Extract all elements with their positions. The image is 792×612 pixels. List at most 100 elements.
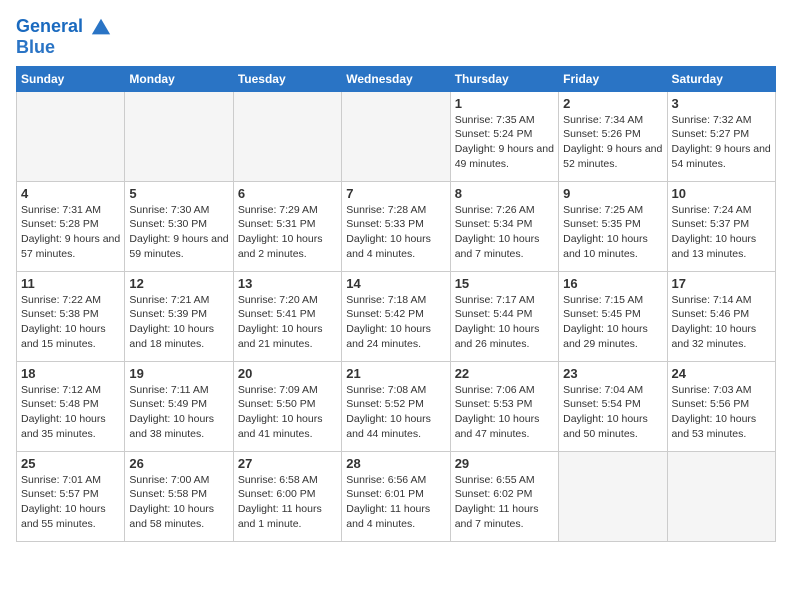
weekday-header-tuesday: Tuesday (233, 66, 341, 91)
calendar-cell: 25 Sunrise: 7:01 AMSunset: 5:57 PMDayligh… (17, 451, 125, 541)
calendar-cell: 10 Sunrise: 7:24 AMSunset: 5:37 PMDayligh… (667, 181, 775, 271)
day-number: 19 (129, 366, 228, 381)
weekday-header-sunday: Sunday (17, 66, 125, 91)
calendar-cell: 23Sunrise: 7:04 AMSunset: 5:54 PMDayligh… (559, 361, 667, 451)
calendar-cell: 21 Sunrise: 7:08 AMSunset: 5:52 PMDayligh… (342, 361, 450, 451)
calendar-cell (233, 91, 341, 181)
calendar-cell: 1 Sunrise: 7:35 AMSunset: 5:24 PMDaylight… (450, 91, 558, 181)
calendar-cell: 22 Sunrise: 7:06 AMSunset: 5:53 PMDayligh… (450, 361, 558, 451)
calendar-cell: 27 Sunrise: 6:58 AMSunset: 6:00 PMDayligh… (233, 451, 341, 541)
day-number: 14 (346, 276, 445, 291)
day-number: 15 (455, 276, 554, 291)
calendar-cell: 16 Sunrise: 7:15 AMSunset: 5:45 PMDayligh… (559, 271, 667, 361)
day-info: Sunrise: 7:29 AMSunset: 5:31 PMDaylight:… (238, 203, 337, 262)
calendar-cell: 29 Sunrise: 6:55 AMSunset: 6:02 PMDayligh… (450, 451, 558, 541)
day-number: 17 (672, 276, 771, 291)
weekday-header-thursday: Thursday (450, 66, 558, 91)
day-number: 24 (672, 366, 771, 381)
calendar-cell (559, 451, 667, 541)
day-info: Sunrise: 6:56 AMSunset: 6:01 PMDaylight:… (346, 473, 445, 532)
weekday-header-wednesday: Wednesday (342, 66, 450, 91)
week-row-1: 1 Sunrise: 7:35 AMSunset: 5:24 PMDaylight… (17, 91, 776, 181)
logo: General Blue (16, 16, 112, 58)
day-number: 6 (238, 186, 337, 201)
calendar-cell: 14 Sunrise: 7:18 AMSunset: 5:42 PMDayligh… (342, 271, 450, 361)
day-number: 2 (563, 96, 662, 111)
day-info: Sunrise: 7:03 AMSunset: 5:56 PMDaylight:… (672, 383, 771, 442)
day-info: Sunrise: 7:26 AMSunset: 5:34 PMDaylight:… (455, 203, 554, 262)
day-info: Sunrise: 7:18 AMSunset: 5:42 PMDaylight:… (346, 293, 445, 352)
day-info: Sunrise: 7:08 AMSunset: 5:52 PMDaylight:… (346, 383, 445, 442)
day-info: Sunrise: 7:14 AMSunset: 5:46 PMDaylight:… (672, 293, 771, 352)
weekday-header-saturday: Saturday (667, 66, 775, 91)
calendar-cell: 8Sunrise: 7:26 AMSunset: 5:34 PMDaylight… (450, 181, 558, 271)
calendar-cell (17, 91, 125, 181)
logo-text: General (16, 16, 112, 38)
day-number: 25 (21, 456, 120, 471)
weekday-header-friday: Friday (559, 66, 667, 91)
calendar-cell: 4Sunrise: 7:31 AMSunset: 5:28 PMDaylight… (17, 181, 125, 271)
day-number: 29 (455, 456, 554, 471)
day-number: 21 (346, 366, 445, 381)
day-number: 11 (21, 276, 120, 291)
day-number: 28 (346, 456, 445, 471)
weekday-header-monday: Monday (125, 66, 233, 91)
calendar-cell: 26 Sunrise: 7:00 AMSunset: 5:58 PMDayligh… (125, 451, 233, 541)
day-number: 9 (563, 186, 662, 201)
day-number: 10 (672, 186, 771, 201)
calendar-cell: 18 Sunrise: 7:12 AMSunset: 5:48 PMDayligh… (17, 361, 125, 451)
day-info: Sunrise: 7:11 AMSunset: 5:49 PMDaylight:… (129, 383, 228, 442)
day-number: 16 (563, 276, 662, 291)
day-info: Sunrise: 7:20 AMSunset: 5:41 PMDaylight:… (238, 293, 337, 352)
weekday-header-row: SundayMondayTuesdayWednesdayThursdayFrid… (17, 66, 776, 91)
day-info: Sunrise: 7:24 AMSunset: 5:37 PMDaylight:… (672, 203, 771, 262)
day-info: Sunrise: 7:22 AMSunset: 5:38 PMDaylight:… (21, 293, 120, 352)
day-info: Sunrise: 7:21 AMSunset: 5:39 PMDaylight:… (129, 293, 228, 352)
calendar-cell: 7 Sunrise: 7:28 AMSunset: 5:33 PMDaylight… (342, 181, 450, 271)
day-number: 7 (346, 186, 445, 201)
calendar-cell: 5Sunrise: 7:30 AMSunset: 5:30 PMDaylight… (125, 181, 233, 271)
week-row-4: 18 Sunrise: 7:12 AMSunset: 5:48 PMDayligh… (17, 361, 776, 451)
day-number: 4 (21, 186, 120, 201)
calendar-cell: 11 Sunrise: 7:22 AMSunset: 5:38 PMDayligh… (17, 271, 125, 361)
day-number: 1 (455, 96, 554, 111)
day-info: Sunrise: 7:09 AMSunset: 5:50 PMDaylight:… (238, 383, 337, 442)
day-number: 23 (563, 366, 662, 381)
calendar-cell (667, 451, 775, 541)
day-info: Sunrise: 7:35 AMSunset: 5:24 PMDaylight:… (455, 113, 554, 172)
day-info: Sunrise: 7:06 AMSunset: 5:53 PMDaylight:… (455, 383, 554, 442)
day-info: Sunrise: 7:30 AMSunset: 5:30 PMDaylight:… (129, 203, 228, 262)
calendar-cell: 2 Sunrise: 7:34 AMSunset: 5:26 PMDaylight… (559, 91, 667, 181)
day-number: 13 (238, 276, 337, 291)
day-info: Sunrise: 7:15 AMSunset: 5:45 PMDaylight:… (563, 293, 662, 352)
day-info: Sunrise: 7:25 AMSunset: 5:35 PMDaylight:… (563, 203, 662, 262)
calendar: SundayMondayTuesdayWednesdayThursdayFrid… (16, 66, 776, 542)
day-info: Sunrise: 7:28 AMSunset: 5:33 PMDaylight:… (346, 203, 445, 262)
calendar-cell: 17 Sunrise: 7:14 AMSunset: 5:46 PMDayligh… (667, 271, 775, 361)
day-info: Sunrise: 7:00 AMSunset: 5:58 PMDaylight:… (129, 473, 228, 532)
day-number: 12 (129, 276, 228, 291)
week-row-5: 25 Sunrise: 7:01 AMSunset: 5:57 PMDayligh… (17, 451, 776, 541)
calendar-cell: 13 Sunrise: 7:20 AMSunset: 5:41 PMDayligh… (233, 271, 341, 361)
day-number: 18 (21, 366, 120, 381)
week-row-3: 11 Sunrise: 7:22 AMSunset: 5:38 PMDayligh… (17, 271, 776, 361)
day-info: Sunrise: 7:17 AMSunset: 5:44 PMDaylight:… (455, 293, 554, 352)
day-number: 20 (238, 366, 337, 381)
day-info: Sunrise: 7:32 AMSunset: 5:27 PMDaylight:… (672, 113, 771, 172)
calendar-cell: 24 Sunrise: 7:03 AMSunset: 5:56 PMDayligh… (667, 361, 775, 451)
calendar-cell (125, 91, 233, 181)
day-info: Sunrise: 6:58 AMSunset: 6:00 PMDaylight:… (238, 473, 337, 532)
day-info: Sunrise: 7:34 AMSunset: 5:26 PMDaylight:… (563, 113, 662, 172)
day-info: Sunrise: 6:55 AMSunset: 6:02 PMDaylight:… (455, 473, 554, 532)
day-info: Sunrise: 7:12 AMSunset: 5:48 PMDaylight:… (21, 383, 120, 442)
day-number: 22 (455, 366, 554, 381)
day-info: Sunrise: 7:01 AMSunset: 5:57 PMDaylight:… (21, 473, 120, 532)
calendar-cell: 9 Sunrise: 7:25 AMSunset: 5:35 PMDaylight… (559, 181, 667, 271)
calendar-cell: 28 Sunrise: 6:56 AMSunset: 6:01 PMDayligh… (342, 451, 450, 541)
logo-icon (90, 16, 112, 38)
calendar-cell: 20 Sunrise: 7:09 AMSunset: 5:50 PMDayligh… (233, 361, 341, 451)
day-number: 26 (129, 456, 228, 471)
day-number: 27 (238, 456, 337, 471)
calendar-cell: 6 Sunrise: 7:29 AMSunset: 5:31 PMDaylight… (233, 181, 341, 271)
week-row-2: 4Sunrise: 7:31 AMSunset: 5:28 PMDaylight… (17, 181, 776, 271)
